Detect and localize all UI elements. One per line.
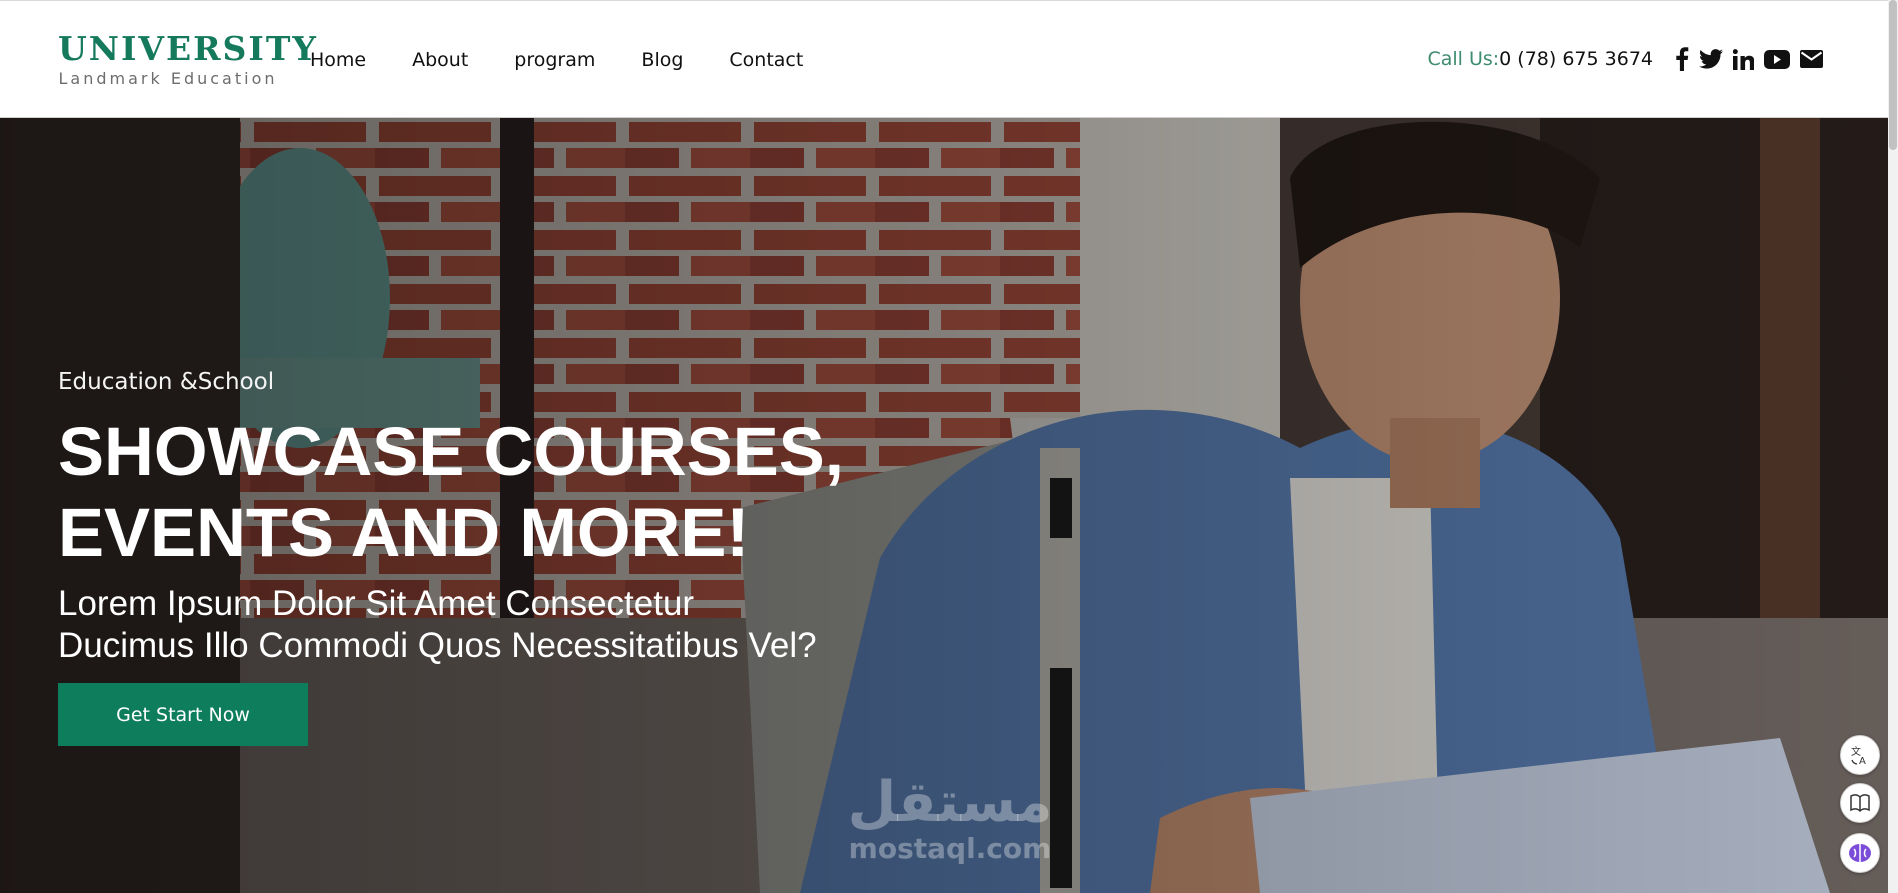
logo-subtitle: Landmark Education <box>58 69 278 88</box>
watermark: مستقل mostaql.com <box>835 772 1065 864</box>
hero-content: Education &School SHOWCASE COURSES, EVEN… <box>58 367 958 746</box>
get-start-now-button[interactable]: Get Start Now <box>58 683 308 746</box>
hero-subtitle-line-2: Ducimus Illo Commodi Quos Necessitatibus… <box>58 626 817 665</box>
call-label: Call Us: <box>1427 48 1500 70</box>
facebook-icon[interactable] <box>1675 47 1689 71</box>
hero-title-line-1: SHOWCASE COURSES, <box>58 413 844 490</box>
nav-contact[interactable]: Contact <box>729 47 803 73</box>
hero-subtitle: Lorem Ipsum Dolor Sit Amet Consectetur D… <box>58 583 958 667</box>
hero-section: Education &School SHOWCASE COURSES, EVEN… <box>0 118 1888 893</box>
translate-icon[interactable]: 文A <box>1840 735 1880 775</box>
reader-icon[interactable] <box>1840 783 1880 823</box>
youtube-icon[interactable] <box>1764 49 1790 69</box>
phone-number[interactable]: 0 (78) 675 3674 <box>1499 45 1653 73</box>
nav-program[interactable]: program <box>514 47 595 73</box>
scrollbar-thumb[interactable] <box>1889 0 1897 150</box>
hero-title: SHOWCASE COURSES, EVENTS AND MORE! <box>58 411 958 573</box>
hero-tagline: Education &School <box>58 369 275 395</box>
email-icon[interactable] <box>1800 50 1823 68</box>
nav-about[interactable]: About <box>412 47 468 73</box>
watermark-arabic: مستقل <box>847 770 1053 835</box>
logo-title: UNIVERSITY <box>58 29 318 68</box>
hero-subtitle-line-1: Lorem Ipsum Dolor Sit Amet Consectetur <box>58 584 695 623</box>
watermark-latin: mostaql.com <box>848 832 1052 865</box>
page-scrollbar[interactable] <box>1888 0 1898 893</box>
site-header: UNIVERSITY Landmark Education Home About… <box>0 0 1888 118</box>
header-contact: Call Us: 0 (78) 675 3674 <box>1427 45 1823 73</box>
site-logo[interactable]: UNIVERSITY Landmark Education <box>58 29 318 89</box>
nav-home[interactable]: Home <box>310 47 366 73</box>
linkedin-icon[interactable] <box>1733 48 1754 70</box>
nav-blog[interactable]: Blog <box>641 47 683 73</box>
ai-brain-icon[interactable] <box>1840 833 1880 873</box>
twitter-icon[interactable] <box>1699 49 1723 69</box>
svg-text:A: A <box>1859 756 1866 766</box>
hero-title-line-2: EVENTS AND MORE! <box>58 494 750 571</box>
main-nav: Home About program Blog Contact <box>310 47 849 73</box>
